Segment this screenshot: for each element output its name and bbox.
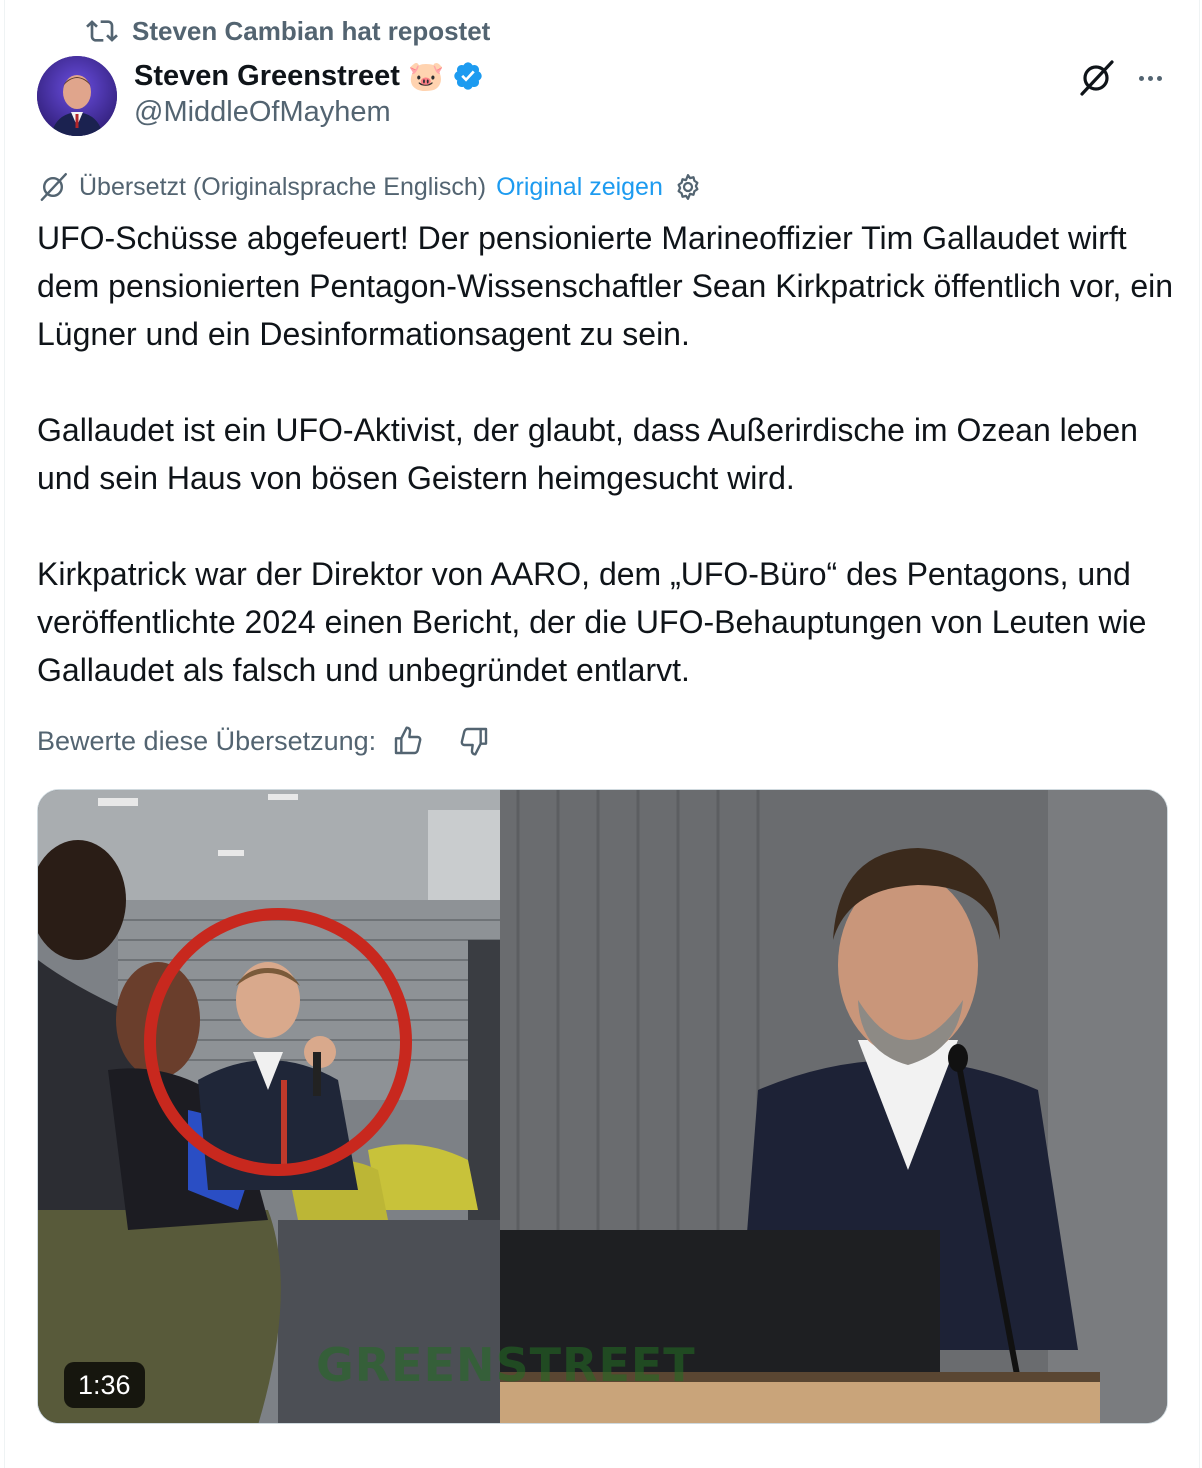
rate-translation-label: Bewerte diese Übersetzung: xyxy=(37,725,377,756)
author-name[interactable]: Steven Greenstreet xyxy=(134,60,400,93)
more-options-icon[interactable] xyxy=(1130,58,1170,98)
timeline-border-right xyxy=(1199,0,1200,1468)
video-thumbnail xyxy=(38,790,1167,1423)
translation-note: Übersetzt (Originalsprache Englisch) xyxy=(79,172,487,201)
author-handle[interactable]: @MiddleOfMayhem xyxy=(134,96,391,129)
avatar[interactable] xyxy=(37,56,117,136)
timeline-border-left xyxy=(4,0,5,1468)
tweet-paragraph-3: Kirkpatrick war der Direktor von AARO, d… xyxy=(37,556,1147,688)
settings-gear-icon[interactable] xyxy=(673,172,703,202)
repost-label: Steven Cambian hat repostet xyxy=(132,15,491,46)
tweet-paragraph-2: Gallaudet ist ein UFO-Aktivist, der glau… xyxy=(37,412,1138,496)
grok-small-icon xyxy=(40,173,67,201)
translation-info: Übersetzt (Originalsprache Englisch) Ori… xyxy=(37,170,703,204)
thumbs-up-icon[interactable] xyxy=(392,725,424,757)
tweet-text: UFO-Schüsse abgefeuert! Der pensionierte… xyxy=(37,214,1177,742)
rate-translation: Bewerte diese Übersetzung: xyxy=(37,722,490,760)
repost-indicator[interactable]: Steven Cambian hat repostet xyxy=(86,14,490,48)
author-row[interactable]: Steven Greenstreet 🐷 xyxy=(134,56,484,96)
thumbs-down-icon[interactable] xyxy=(458,725,490,757)
author-emoji: 🐷 xyxy=(407,58,445,93)
show-original-link[interactable]: Original zeigen xyxy=(496,173,663,202)
verified-badge-icon[interactable] xyxy=(452,60,484,92)
video-player[interactable]: GREENSTREET 1:36 xyxy=(37,789,1168,1424)
repost-icon xyxy=(86,20,118,42)
video-watermark: GREENSTREET xyxy=(316,1338,696,1392)
tweet-paragraph-1: UFO-Schüsse abgefeuert! Der pensionierte… xyxy=(37,220,1174,352)
video-duration-badge: 1:36 xyxy=(64,1362,145,1408)
grok-icon[interactable] xyxy=(1076,58,1116,98)
